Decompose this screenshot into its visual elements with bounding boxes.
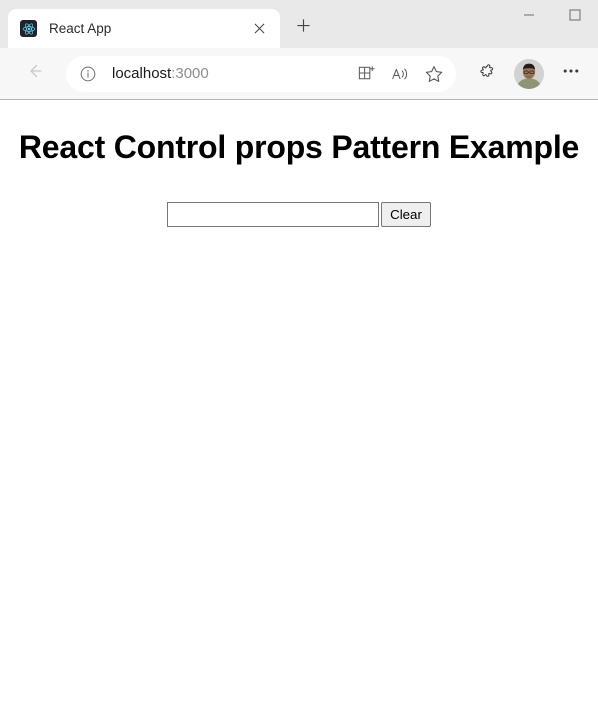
split-screen-add-icon[interactable] <box>350 58 382 90</box>
new-tab-button[interactable] <box>286 11 320 45</box>
clear-button[interactable]: Clear <box>381 202 431 227</box>
address-bar[interactable]: localhost:3000 <box>66 55 456 92</box>
profile-avatar[interactable] <box>514 58 544 89</box>
ellipsis-icon <box>562 62 580 85</box>
text-input[interactable] <box>167 202 380 227</box>
url-host: localhost <box>112 65 172 82</box>
url-text[interactable]: localhost:3000 <box>112 65 348 82</box>
page-title: React Control props Pattern Example <box>18 129 580 165</box>
maximize-button[interactable] <box>552 0 598 33</box>
plus-icon <box>296 18 311 38</box>
minimize-icon <box>523 8 535 26</box>
read-aloud-icon[interactable] <box>384 58 416 90</box>
close-icon[interactable] <box>246 16 272 42</box>
star-icon[interactable] <box>418 58 450 90</box>
control-props-form: Clear <box>0 202 598 227</box>
settings-more-button[interactable] <box>554 57 588 91</box>
browser-toolbar: localhost:3000 <box>0 48 598 100</box>
back-arrow-icon <box>25 61 45 86</box>
back-button[interactable] <box>16 55 54 93</box>
page-content: React Control props Pattern Example Clea… <box>0 100 598 702</box>
avatar-image <box>514 58 544 89</box>
extensions-button[interactable] <box>470 57 504 91</box>
url-port: :3000 <box>171 65 209 82</box>
browser-tab-react-app[interactable]: React App <box>8 9 280 48</box>
extensions-puzzle-icon <box>477 61 498 87</box>
browser-window: React App localhost:3000 React Control p… <box>0 0 598 702</box>
maximize-icon <box>569 8 581 26</box>
info-circle-icon[interactable] <box>74 60 102 88</box>
minimize-button[interactable] <box>506 0 552 33</box>
tab-strip: React App <box>0 0 598 48</box>
window-controls <box>506 0 598 33</box>
react-logo-icon <box>20 20 37 37</box>
tab-title: React App <box>49 21 112 36</box>
